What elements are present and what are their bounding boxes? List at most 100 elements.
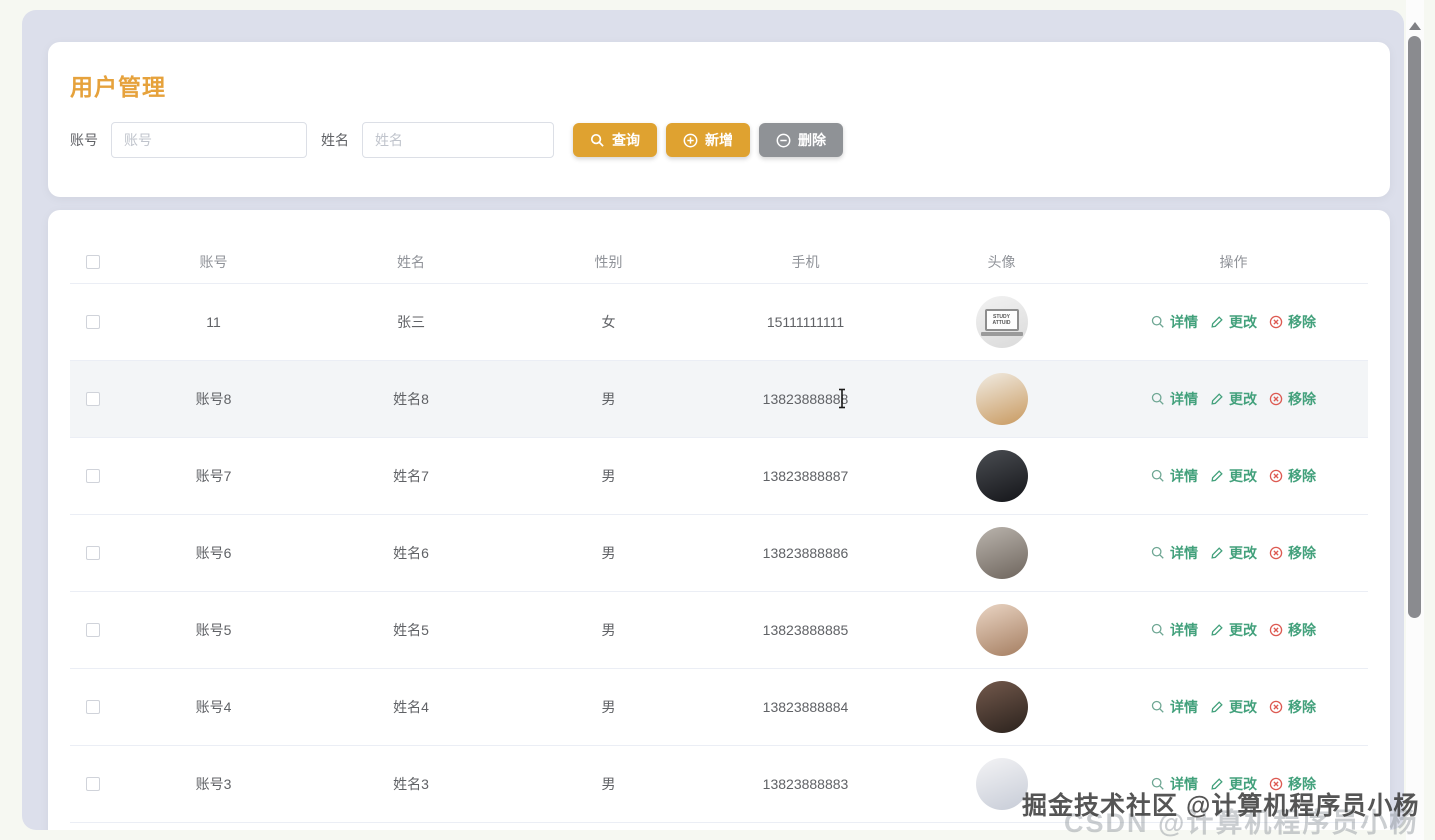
circle-x-icon xyxy=(1269,546,1283,560)
cell-account: 11 xyxy=(206,314,221,330)
delete-button[interactable]: 删除 xyxy=(759,123,843,157)
cell-actions: 详情 更改 移除 xyxy=(1099,312,1368,332)
cell-phone: 13823888885 xyxy=(762,622,849,638)
cell-account: 账号8 xyxy=(195,391,232,407)
cell-phone: 13823888886 xyxy=(762,545,849,561)
edit-link-label: 更改 xyxy=(1229,468,1257,484)
detail-link-label: 详情 xyxy=(1170,468,1198,484)
detail-link[interactable]: 详情 xyxy=(1151,697,1198,717)
avatar[interactable] xyxy=(975,450,1028,502)
plus-circle-icon xyxy=(683,133,698,148)
edit-link[interactable]: 更改 xyxy=(1210,543,1257,563)
pencil-icon xyxy=(1210,469,1224,483)
row-checkbox[interactable] xyxy=(85,469,100,483)
row-checkbox[interactable] xyxy=(85,315,100,329)
detail-link-label: 详情 xyxy=(1170,622,1198,638)
cell-name: 姓名6 xyxy=(393,545,429,561)
edit-link-label: 更改 xyxy=(1229,622,1257,638)
remove-link-label: 移除 xyxy=(1288,545,1316,561)
cell-phone: 15111111111 xyxy=(766,314,845,330)
edit-link[interactable]: 更改 xyxy=(1210,697,1257,717)
row-checkbox[interactable] xyxy=(85,392,100,406)
user-table: 账号 姓名 性别 手机 头像 操作 11 张三 女 15111111111 ST… xyxy=(70,240,1368,823)
select-all-checkbox[interactable] xyxy=(85,254,100,269)
detail-link-label: 详情 xyxy=(1170,699,1198,715)
cell-gender: 男 xyxy=(601,622,616,638)
magnifier-icon xyxy=(1151,315,1165,329)
table-card: 账号 姓名 性别 手机 头像 操作 11 张三 女 15111111111 ST… xyxy=(48,210,1390,830)
col-header-name: 姓名 xyxy=(397,253,425,270)
cell-phone: 13823888884 xyxy=(762,699,849,715)
remove-link-label: 移除 xyxy=(1288,391,1316,407)
pencil-icon xyxy=(1210,700,1224,714)
cell-actions: 详情 更改 移除 xyxy=(1099,389,1368,409)
search-button[interactable]: 查询 xyxy=(573,123,657,157)
detail-link-label: 详情 xyxy=(1170,314,1198,330)
circle-x-icon xyxy=(1269,623,1283,637)
search-card: 用户管理 账号 姓名 查询 新增 xyxy=(48,42,1390,197)
detail-link[interactable]: 详情 xyxy=(1151,389,1198,409)
cell-name: 姓名7 xyxy=(393,468,429,484)
magnifier-icon xyxy=(1151,623,1165,637)
magnifier-icon xyxy=(1151,469,1165,483)
detail-link[interactable]: 详情 xyxy=(1151,543,1198,563)
col-header-phone: 手机 xyxy=(791,253,820,270)
remove-link[interactable]: 移除 xyxy=(1269,697,1316,717)
account-input[interactable] xyxy=(111,122,307,158)
remove-link[interactable]: 移除 xyxy=(1269,466,1316,486)
avatar[interactable] xyxy=(975,527,1028,579)
remove-link[interactable]: 移除 xyxy=(1269,543,1316,563)
avatar[interactable] xyxy=(975,681,1028,733)
detail-link[interactable]: 详情 xyxy=(1151,312,1198,332)
table-row: 账号8 姓名8 男 13823888888 详情 更改 移除 xyxy=(70,361,1368,438)
add-button-label: 新增 xyxy=(705,132,733,148)
account-label: 账号 xyxy=(70,132,98,148)
avatar[interactable] xyxy=(975,604,1028,656)
cell-name: 姓名4 xyxy=(393,699,429,715)
table-row: 账号5 姓名5 男 13823888885 详情 更改 移除 xyxy=(70,592,1368,669)
scrollbar-thumb[interactable] xyxy=(1408,36,1421,618)
delete-button-label: 删除 xyxy=(798,132,826,148)
cell-account: 账号5 xyxy=(195,622,232,638)
detail-link[interactable]: 详情 xyxy=(1151,466,1198,486)
edit-link[interactable]: 更改 xyxy=(1210,466,1257,486)
scrollbar[interactable] xyxy=(1406,0,1424,840)
cell-actions: 详情 更改 移除 xyxy=(1099,543,1368,563)
cell-account: 账号6 xyxy=(195,545,232,561)
edit-link[interactable]: 更改 xyxy=(1210,389,1257,409)
avatar[interactable]: STUDY ATTUID xyxy=(975,296,1028,348)
edit-link-label: 更改 xyxy=(1229,545,1257,561)
cell-account: 账号3 xyxy=(195,776,232,792)
magnifier-icon xyxy=(1151,546,1165,560)
magnifier-icon xyxy=(1151,700,1165,714)
remove-link[interactable]: 移除 xyxy=(1269,312,1316,332)
detail-link[interactable]: 详情 xyxy=(1151,620,1198,640)
row-checkbox[interactable] xyxy=(85,546,100,560)
pencil-icon xyxy=(1210,315,1224,329)
row-checkbox[interactable] xyxy=(85,700,100,714)
cell-name: 姓名8 xyxy=(393,391,429,407)
scroll-up-arrow[interactable] xyxy=(1409,22,1421,30)
avatar[interactable] xyxy=(975,373,1028,425)
filter-row: 账号 姓名 查询 新增 xyxy=(70,122,843,158)
col-header-gender: 性别 xyxy=(594,253,623,270)
table-row: 账号7 姓名7 男 13823888887 详情 更改 移除 xyxy=(70,438,1368,515)
circle-x-icon xyxy=(1269,469,1283,483)
edit-link-label: 更改 xyxy=(1229,699,1257,715)
pencil-icon xyxy=(1210,546,1224,560)
cell-phone: 13823888888 xyxy=(762,391,849,407)
name-input[interactable] xyxy=(362,122,554,158)
remove-link[interactable]: 移除 xyxy=(1269,620,1316,640)
add-button[interactable]: 新增 xyxy=(666,123,750,157)
circle-x-icon xyxy=(1269,392,1283,406)
row-checkbox[interactable] xyxy=(85,623,100,637)
row-checkbox[interactable] xyxy=(85,777,100,791)
col-header-avatar: 头像 xyxy=(987,253,1016,270)
edit-link[interactable]: 更改 xyxy=(1210,620,1257,640)
remove-link[interactable]: 移除 xyxy=(1269,389,1316,409)
table-body: 11 张三 女 15111111111 STUDY ATTUID 详情 更改 移… xyxy=(70,284,1368,823)
avatar[interactable] xyxy=(975,758,1028,810)
edit-link[interactable]: 更改 xyxy=(1210,312,1257,332)
magnifier-icon xyxy=(1151,392,1165,406)
table-row: 账号6 姓名6 男 13823888886 详情 更改 移除 xyxy=(70,515,1368,592)
